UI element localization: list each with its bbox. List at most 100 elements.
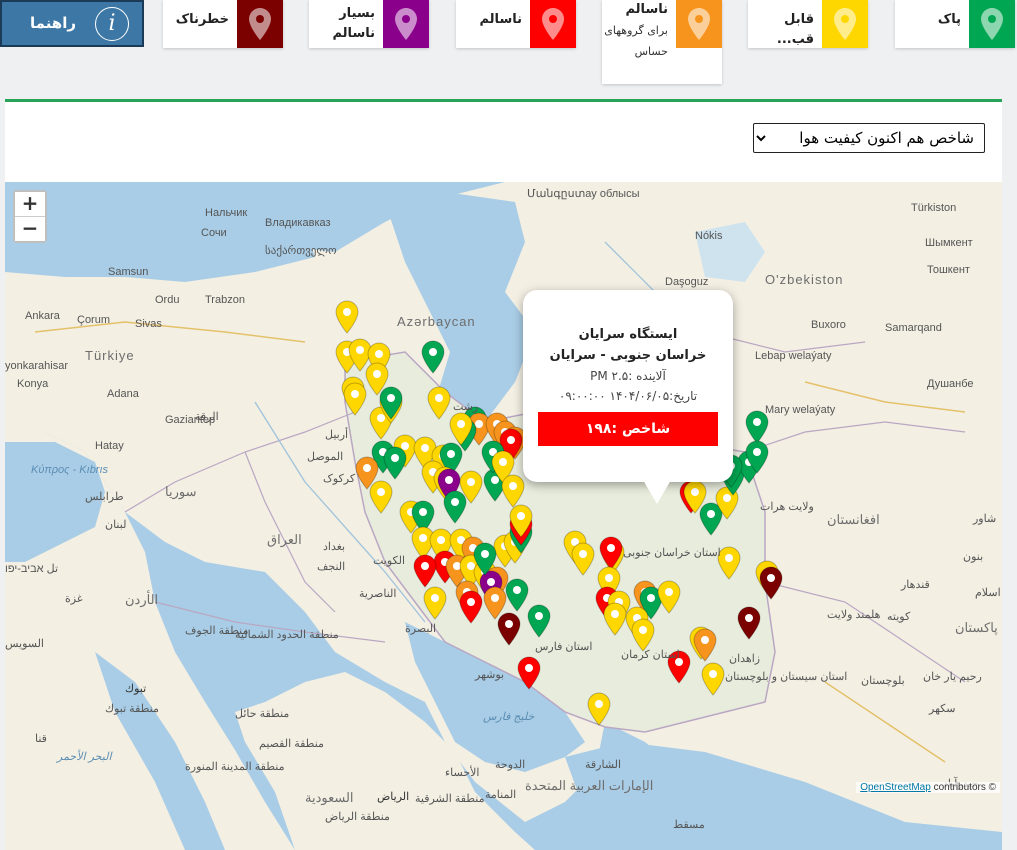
map-label: النجف	[317, 561, 346, 573]
air-quality-map[interactable]: Нальчик Владикавказ Сочи საქართველო Sams…	[5, 182, 1002, 850]
map-label: منطقة تبوك	[105, 703, 159, 715]
map-label: استان فارس	[535, 641, 593, 653]
legend-unhealthy-label: ناسالم	[479, 12, 522, 27]
map-label: Daşoguz	[665, 276, 709, 288]
guide-button[interactable]: راهنما i	[0, 0, 144, 47]
map-label: السعودية	[305, 790, 354, 805]
legend-moderate-label: قابل قب...	[776, 12, 814, 47]
map-label: Çorum	[77, 314, 111, 326]
legend-sensitive-swatch	[676, 0, 722, 48]
map-label: Sivas	[135, 318, 162, 330]
map-label: منطقة الحدود الشمالية	[235, 629, 339, 641]
map-label: المنامة	[485, 789, 517, 801]
map-label: مسقط	[673, 819, 705, 831]
legend-good-label: پاک	[937, 12, 961, 27]
map-label: پاکستان	[955, 620, 998, 635]
map-pin-icon	[542, 8, 564, 40]
map-label: كويته	[887, 611, 911, 623]
map-pin-icon	[981, 8, 1003, 40]
map-label: Душанбе	[927, 378, 974, 390]
map-label: منطقة الشرقية	[415, 793, 485, 805]
map-label: Hatay	[95, 440, 124, 452]
map-label: تبوك	[125, 683, 147, 695]
map-label: منطقة القصيم	[259, 738, 324, 750]
map-label: بلوچستان	[861, 675, 905, 687]
map-label: طرابلس	[85, 491, 124, 503]
legend-hazardous: خطرناک	[163, 0, 283, 48]
map-label: بوشهر	[475, 669, 505, 681]
map-label: الرياض	[377, 791, 410, 803]
map-label: استان خراسان جنوبی	[623, 547, 721, 559]
map-label: السويس	[5, 638, 44, 650]
zoom-control: + −	[13, 190, 47, 243]
zoom-out-button[interactable]: −	[15, 216, 45, 241]
map-label: الدوحة	[495, 759, 526, 771]
legend-unhealthy-swatch	[530, 0, 576, 48]
map-label: الإمارات العربية المتحدة	[525, 778, 654, 793]
map-label: საქართველო	[265, 245, 337, 257]
map-pin-icon	[834, 8, 856, 40]
legend-hazardous-swatch	[237, 0, 283, 48]
map-label: الكويت	[373, 555, 406, 567]
legend-sensitive-sub: برای گروههای حساس	[604, 24, 668, 58]
map-label: Сочи	[201, 227, 227, 239]
map-label: Ankara	[25, 310, 60, 322]
map-label: Türkiye	[85, 348, 135, 363]
map-label: قنا	[35, 733, 47, 745]
map-label: سکهر	[929, 703, 956, 715]
map-label: استان سیستان و بلوچستان	[725, 671, 848, 683]
map-label: Samarqand	[885, 322, 942, 334]
map-label: سوريا	[165, 484, 197, 499]
map-label: Samsun	[108, 266, 149, 278]
info-icon: i	[95, 7, 129, 41]
map-label: بغداد	[323, 541, 346, 553]
map-label: الناصرية	[359, 588, 397, 600]
legend-very-unhealthy: بسیار ناسالم	[309, 0, 429, 48]
map-label: البحر الأحمر	[57, 751, 112, 763]
map-label: Ordu	[155, 294, 180, 306]
map-label: بنون	[963, 551, 984, 563]
popup-index-badge: شاخص :۱۹۸	[538, 412, 718, 446]
map-pin-icon	[395, 8, 417, 40]
legend-moderate: قابل قب...	[748, 0, 868, 48]
map-label: قندهار	[901, 579, 930, 591]
map-label: yonkarahisar	[5, 360, 68, 372]
popup-pointer	[643, 480, 671, 504]
map-label: Trabzon	[205, 294, 245, 306]
map-label: Lebap welaýaty	[755, 350, 832, 362]
map-label: شاور	[973, 513, 997, 525]
map-label: الموصل	[307, 451, 344, 463]
legend-sensitive: ناسالم برای گروههای حساس	[602, 0, 722, 84]
map-label: الأحساء	[445, 767, 480, 779]
map-label: ولايت هرات	[760, 501, 814, 513]
map-label: Нальчик	[205, 207, 248, 219]
map-label: رشت	[453, 401, 479, 413]
map-label: منطقة المدينة المنورة	[185, 761, 285, 773]
map-label: افغانستان	[827, 512, 880, 527]
map-label: هلمند ولايت	[827, 609, 881, 621]
index-type-select[interactable]: شاخص هم اکنون کیفیت هوا	[753, 123, 985, 153]
map-pin-icon	[688, 8, 710, 40]
legend-very-unhealthy-label: بسیار ناسالم	[332, 6, 375, 41]
popup-datetime: تاریخ:۱۴۰۴/۰۶/۰۵ ۰۹:۰۰:۰۰	[558, 389, 698, 403]
popup-station-name: ایستگاه سرایان	[578, 327, 678, 342]
map-label: غزة	[65, 593, 83, 605]
map-label: Buxoro	[811, 319, 846, 331]
map-panel: شاخص هم اکنون کیفیت هوا Нальчик Владикав…	[5, 99, 1002, 850]
map-label: منطقة الرياض	[325, 811, 390, 823]
map-label: العراق	[267, 532, 302, 547]
map-label: Türkiston	[911, 202, 957, 214]
map-attribution: OpenStreetMap contributors ©	[856, 782, 1000, 793]
legend-sensitive-label: ناسالم برای گروههای حساس	[598, 0, 668, 62]
map-label: الرقة	[195, 411, 219, 423]
map-label: لبنان	[105, 519, 127, 531]
map-label: O'zbekiston	[765, 272, 844, 287]
map-label: زاهدان	[729, 653, 761, 665]
map-label: Mary welaýaty	[765, 404, 836, 416]
map-label: البصرة	[405, 623, 437, 635]
legend-very-unhealthy-swatch	[383, 0, 429, 48]
map-label: Владикавказ	[265, 217, 331, 229]
openstreetmap-link[interactable]: OpenStreetMap	[860, 782, 931, 793]
map-label: الأردن	[125, 592, 159, 607]
zoom-in-button[interactable]: +	[15, 192, 45, 216]
